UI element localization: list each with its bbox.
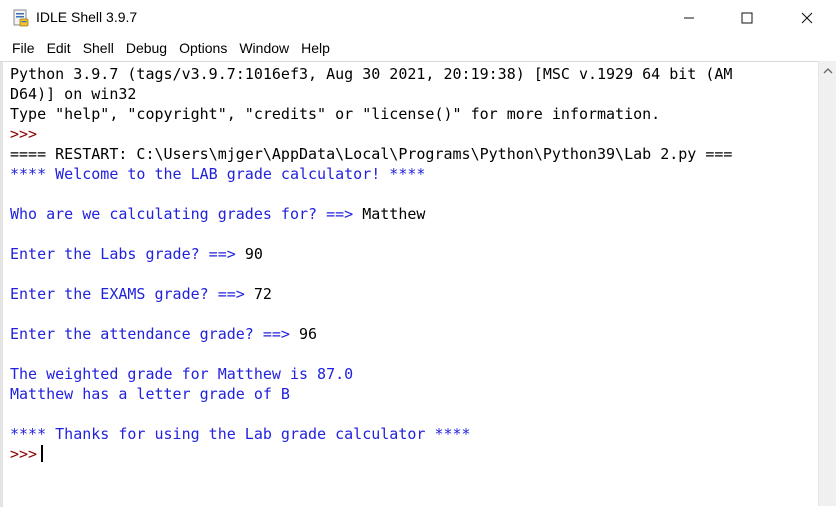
input-question: Enter the Labs grade? ==> [10,245,245,263]
menu-file[interactable]: File [0,37,41,60]
menu-help[interactable]: Help [295,37,336,60]
menu-window[interactable]: Window [233,37,295,60]
user-input-value: 96 [298,325,318,343]
active-prompt-line: >>> [10,444,818,464]
close-icon [801,12,813,24]
text-cursor[interactable] [41,445,44,462]
menu-bar: File Edit Shell Debug Options Window Hel… [0,37,836,60]
shell-prompt: >>> [10,445,38,463]
program-output-line: **** Welcome to the LAB grade calculator… [10,165,426,183]
input-question: Enter the EXAMS grade? ==> [10,285,254,303]
minimize-button[interactable] [660,0,718,36]
minimize-icon [684,17,694,19]
shell-output-line: Type "help", "copyright", "credits" or "… [10,105,661,123]
user-input-value: Matthew [362,205,426,223]
user-input-value: 72 [253,285,272,303]
chevron-up-icon [823,68,833,74]
input-prompt-line: Enter the attendance grade? ==> 96 [10,324,818,344]
python-idle-icon [13,9,29,27]
vertical-scrollbar[interactable] [818,61,836,506]
shell-output-line: D64)] on win32 [10,85,137,103]
menu-options[interactable]: Options [173,37,233,60]
shell-text-area[interactable]: Python 3.9.7 (tags/v3.9.7:1016ef3, Aug 3… [0,61,818,507]
maximize-icon [741,12,753,24]
shell-output-line: Python 3.9.7 (tags/v3.9.7:1016ef3, Aug 3… [10,65,733,83]
program-output-line: Matthew has a letter grade of B [10,385,290,403]
shell-output[interactable]: Python 3.9.7 (tags/v3.9.7:1016ef3, Aug 3… [10,64,818,464]
scroll-up-button[interactable] [822,65,834,77]
maximize-button[interactable] [718,0,776,36]
menu-debug[interactable]: Debug [120,37,173,60]
input-prompt-line: Enter the Labs grade? ==> 90 [10,244,818,264]
close-button[interactable] [778,0,836,36]
menu-edit[interactable]: Edit [41,37,77,60]
shell-sidebar [0,62,3,507]
menu-shell[interactable]: Shell [77,37,120,60]
user-input-value: 90 [244,245,263,263]
shell-prompt: >>> [10,125,38,143]
program-output-line: The weighted grade for Matthew is 87.0 [10,365,354,383]
prompt-line: >>> [10,124,818,144]
input-question: Enter the attendance grade? ==> [10,325,299,343]
shell-output-line: ==== RESTART: C:\Users\mjger\AppData\Loc… [10,145,733,163]
window-title: IDLE Shell 3.9.7 [36,9,138,25]
program-output-line: **** Thanks for using the Lab grade calc… [10,425,471,443]
title-bar: IDLE Shell 3.9.7 [0,0,836,36]
input-question: Who are we calculating grades for? ==> [10,205,363,223]
input-prompt-line: Who are we calculating grades for? ==> M… [10,204,818,224]
input-prompt-line: Enter the EXAMS grade? ==> 72 [10,284,818,304]
